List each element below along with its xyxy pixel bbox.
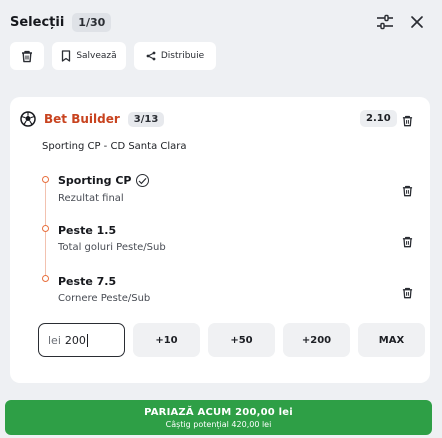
selection-name: Sporting CP bbox=[58, 174, 132, 187]
stake-row: lei 200 +10 +50 +200 MAX bbox=[38, 323, 425, 357]
quick-stake-plus-200-button[interactable]: +200 bbox=[283, 323, 350, 357]
sliders-icon[interactable] bbox=[376, 13, 394, 31]
share-button[interactable]: Distribuie bbox=[134, 42, 216, 70]
place-bet-button[interactable]: PARIAZĂ ACUM 200,00 lei Câștig potențial… bbox=[5, 400, 432, 435]
bookmark-icon bbox=[62, 50, 71, 62]
selection-market: Rezultat final bbox=[58, 193, 124, 204]
close-icon[interactable] bbox=[408, 13, 426, 31]
selection-name: Peste 1.5 bbox=[58, 224, 117, 237]
selection-dot bbox=[42, 176, 49, 183]
match-name: Sporting CP - CD Santa Clara bbox=[42, 141, 187, 152]
text-caret bbox=[86, 333, 88, 347]
quick-stake-plus-10-button[interactable]: +10 bbox=[133, 323, 200, 357]
stake-input[interactable]: lei 200 bbox=[38, 323, 125, 357]
betslip-toolbar: Salvează Distribuie bbox=[10, 42, 216, 72]
stake-currency: lei bbox=[48, 333, 61, 347]
quick-stake-plus-50-button[interactable]: +50 bbox=[208, 323, 275, 357]
trash-icon bbox=[402, 185, 413, 197]
save-label: Salvează bbox=[76, 51, 117, 61]
selection-counter-badge: 1/30 bbox=[72, 12, 112, 32]
stake-value: 200 bbox=[64, 333, 86, 347]
bet-builder-title: Bet Builder bbox=[44, 112, 120, 126]
bet-builder-count-badge: 3/13 bbox=[127, 111, 165, 127]
share-icon bbox=[146, 51, 156, 61]
potential-win-label: Câștig potențial 420,00 lei bbox=[165, 419, 272, 429]
page-title: Selecții bbox=[10, 14, 65, 30]
selection-title: Peste 7.5 bbox=[58, 275, 116, 288]
trash-icon bbox=[402, 115, 413, 127]
trash-icon bbox=[402, 236, 413, 248]
selection-dot bbox=[42, 225, 49, 232]
quick-stake-max-button[interactable]: MAX bbox=[358, 323, 425, 357]
selection-dot bbox=[42, 275, 49, 282]
share-label: Distribuie bbox=[160, 51, 205, 61]
selection-title: Peste 1.5 bbox=[58, 224, 116, 237]
selection-name: Peste 7.5 bbox=[58, 275, 117, 288]
delete-all-button[interactable] bbox=[10, 42, 44, 70]
soccer-ball-icon bbox=[20, 111, 36, 127]
bet-builder-header: Bet Builder 3/13 bbox=[20, 111, 165, 127]
remove-bet-builder-button[interactable] bbox=[402, 112, 413, 131]
odds-badge: 2.10 bbox=[360, 110, 397, 127]
trash-icon bbox=[402, 287, 413, 299]
trash-icon bbox=[22, 50, 32, 62]
selection-title: Sporting CP bbox=[58, 174, 150, 187]
save-button[interactable]: Salvează bbox=[52, 42, 126, 70]
check-circle-icon bbox=[136, 174, 150, 187]
remove-selection-button[interactable] bbox=[402, 182, 413, 201]
remove-selection-button[interactable] bbox=[402, 284, 413, 303]
place-bet-label: PARIAZĂ ACUM 200,00 lei bbox=[144, 406, 293, 418]
bet-builder-card: Bet Builder 3/13 2.10 Sporting CP - CD S… bbox=[10, 97, 430, 383]
remove-selection-button[interactable] bbox=[402, 233, 413, 252]
selection-market: Cornere Peste/Sub bbox=[58, 293, 151, 304]
selection-market: Total goluri Peste/Sub bbox=[58, 242, 166, 253]
